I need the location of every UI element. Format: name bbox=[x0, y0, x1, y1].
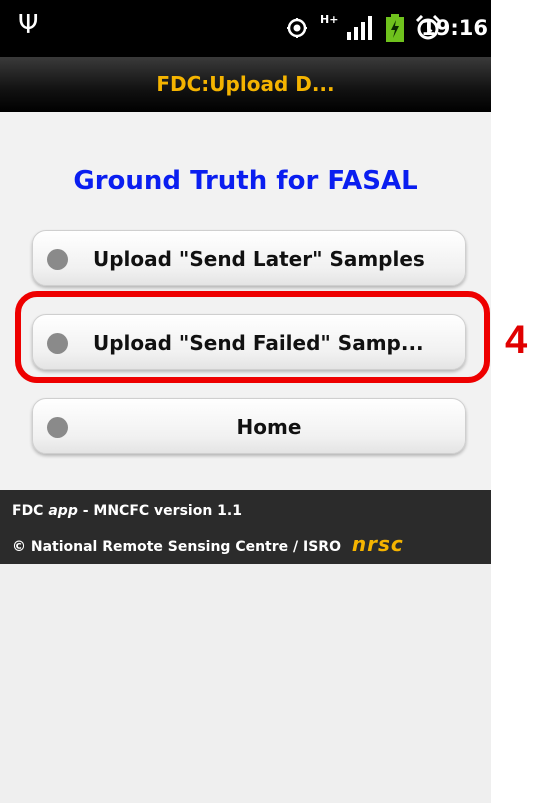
radio-indicator bbox=[47, 417, 68, 438]
annotation-highlight-box bbox=[15, 291, 490, 383]
footer-fdc: FDC bbox=[12, 503, 44, 519]
app-title: FDC:Upload D... bbox=[156, 72, 335, 96]
battery-charging-icon bbox=[386, 14, 404, 42]
app-title-bar: FDC:Upload D... bbox=[0, 57, 491, 113]
annotation-step-number: 4 bbox=[505, 318, 528, 362]
footer-version: - MNCFC version 1.1 bbox=[82, 503, 242, 519]
empty-area bbox=[0, 564, 491, 803]
footer-copyright-line: © National Remote Sensing Centre / ISRO … bbox=[12, 532, 404, 556]
upload-send-later-button[interactable]: Upload "Send Later" Samples bbox=[32, 230, 466, 286]
phone-screen: Ψ H+ 19:16 FDC:Upload D... Ground Truth … bbox=[0, 0, 491, 803]
footer-version-line: FDC app - MNCFC version 1.1 bbox=[12, 503, 242, 519]
gps-icon bbox=[287, 18, 307, 38]
status-time: 19:16 bbox=[421, 16, 488, 40]
status-bar: Ψ H+ 19:16 bbox=[0, 0, 491, 57]
radio-indicator bbox=[47, 249, 68, 270]
signal-icon bbox=[347, 16, 372, 40]
footer: FDC app - MNCFC version 1.1 © National R… bbox=[0, 490, 491, 564]
page-heading: Ground Truth for FASAL bbox=[73, 166, 418, 196]
usb-icon: Ψ bbox=[18, 10, 39, 40]
footer-copyright: © National Remote Sensing Centre / ISRO bbox=[12, 539, 341, 555]
footer-app: app bbox=[48, 503, 78, 519]
button-label: Upload "Send Later" Samples bbox=[93, 247, 425, 271]
button-label: Home bbox=[236, 415, 302, 439]
network-type-indicator: H+ bbox=[320, 13, 339, 26]
nrsc-logo: nrsc bbox=[351, 532, 404, 556]
home-button[interactable]: Home bbox=[32, 398, 466, 454]
